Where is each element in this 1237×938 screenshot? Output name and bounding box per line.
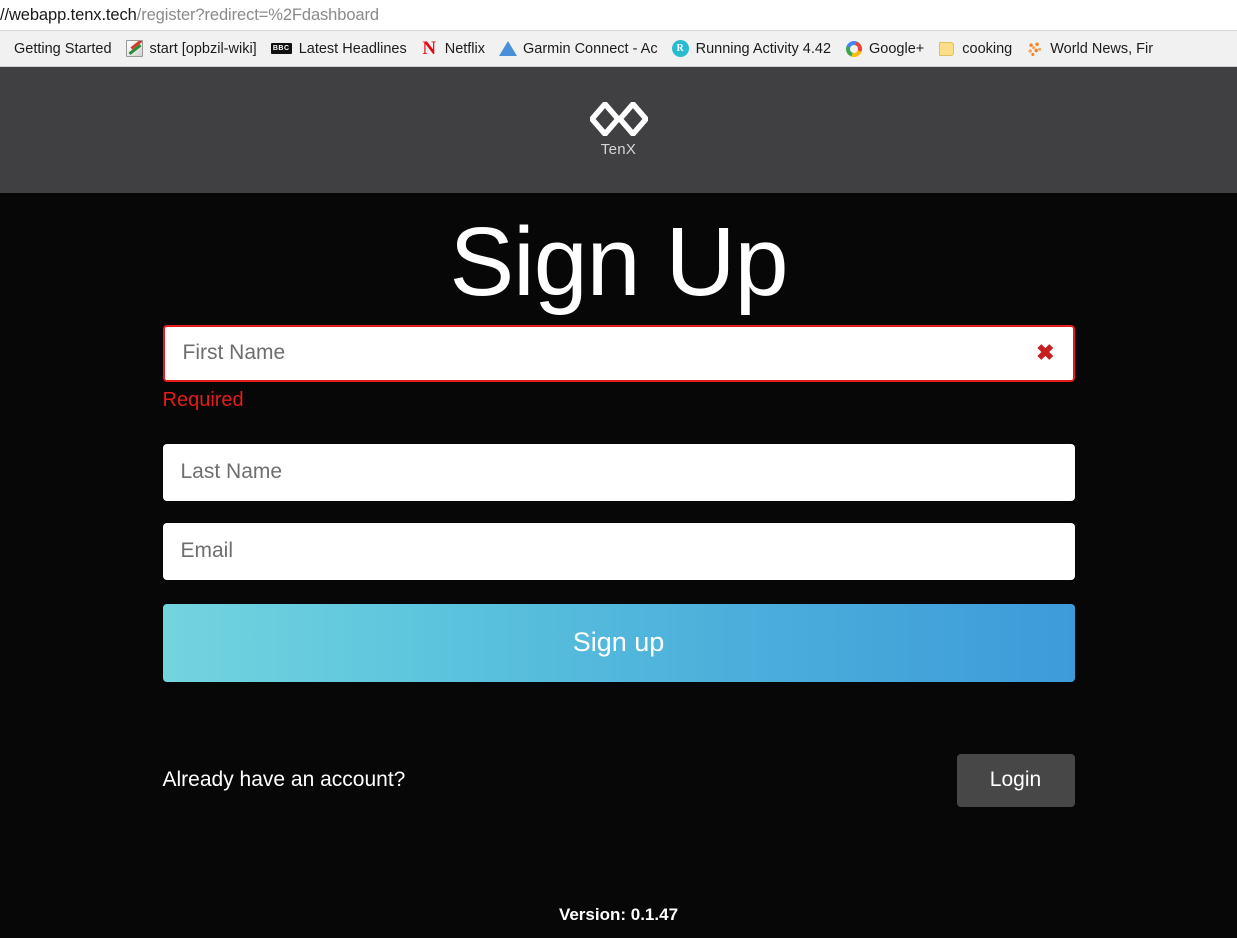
signup-form: First Name ✖ Required Last Name Email Si… [162, 313, 1075, 807]
bookmarks-bar: Getting Started start [opbzil-wiki] BBC … [0, 31, 1237, 67]
brand-logo: TenX [589, 102, 648, 158]
garmin-triangle-icon [498, 40, 517, 57]
pencil-notepad-icon [125, 40, 143, 57]
folder-icon [938, 40, 955, 57]
login-button[interactable]: Login [956, 753, 1075, 807]
first-name-error-message: Required [162, 388, 244, 411]
bookmark-garmin-connect[interactable]: Garmin Connect - Ac [494, 38, 667, 59]
account-prompt-row: Already have an account? Login [162, 753, 1075, 807]
bookmark-label: Latest Headlines [298, 40, 407, 57]
email-field[interactable]: Email [162, 522, 1075, 580]
brand-logo-text: TenX [600, 141, 637, 158]
bookmark-label: Garmin Connect - Ac [523, 40, 658, 57]
bookmark-running-activity[interactable]: R Running Activity 4.42 [667, 38, 840, 59]
bookmark-getting-started[interactable]: Getting Started [9, 39, 121, 59]
tenx-diamonds-logo-icon [589, 102, 648, 136]
bookmark-label: Netflix [444, 40, 486, 57]
error-x-icon: ✖ [1036, 340, 1055, 366]
first-name-field[interactable]: First Name ✖ [162, 324, 1075, 382]
last-name-field[interactable]: Last Name [162, 443, 1075, 501]
bookmark-netflix[interactable]: N Netflix [416, 38, 494, 59]
url-path: /register?redirect=%2Fdashboard [136, 5, 379, 24]
bookmark-label: Google+ [869, 40, 925, 57]
page-title: Sign Up [449, 207, 788, 316]
address-bar[interactable]: //webapp.tenx.tech/register?redirect=%2F… [0, 0, 1237, 31]
bookmark-label: World News, Fir [1050, 40, 1154, 57]
bookmark-latest-headlines[interactable]: BBC Latest Headlines [266, 39, 416, 59]
app-header: TenX [0, 67, 1237, 193]
last-name-placeholder: Last Name [180, 460, 283, 484]
account-prompt-text: Already have an account? [162, 768, 406, 792]
running-circle-icon: R [671, 40, 689, 57]
google-icon [845, 40, 862, 57]
url-text: //webapp.tenx.tech/register?redirect=%2F… [0, 6, 379, 25]
orange-dots-icon [1026, 40, 1044, 57]
form-spacer [163, 422, 1075, 444]
url-host: //webapp.tenx.tech [0, 5, 137, 24]
bookmark-google-plus[interactable]: Google+ [840, 38, 933, 59]
form-spacer [163, 501, 1075, 523]
browser-chrome: //webapp.tenx.tech/register?redirect=%2F… [0, 0, 1237, 67]
bookmark-label: Running Activity 4.42 [695, 40, 832, 57]
bookmark-cooking[interactable]: cooking [933, 38, 1021, 59]
bookmark-label: cooking [962, 40, 1013, 57]
email-placeholder: Email [180, 539, 234, 563]
bookmark-label: Getting Started [14, 40, 112, 57]
bookmark-start-opbzil-wiki[interactable]: start [opbzil-wiki] [121, 38, 266, 59]
signup-button[interactable]: Sign up [162, 603, 1075, 682]
signup-page: Sign Up First Name ✖ Required Last Name … [0, 193, 1237, 935]
bbc-icon: BBC [270, 43, 292, 54]
first-name-placeholder: First Name [182, 341, 286, 365]
version-label: Version: 0.1.47 [558, 905, 679, 924]
bookmark-label: start [opbzil-wiki] [149, 40, 257, 57]
netflix-icon: N [422, 38, 437, 59]
bookmark-world-news[interactable]: World News, Fir [1021, 38, 1162, 59]
